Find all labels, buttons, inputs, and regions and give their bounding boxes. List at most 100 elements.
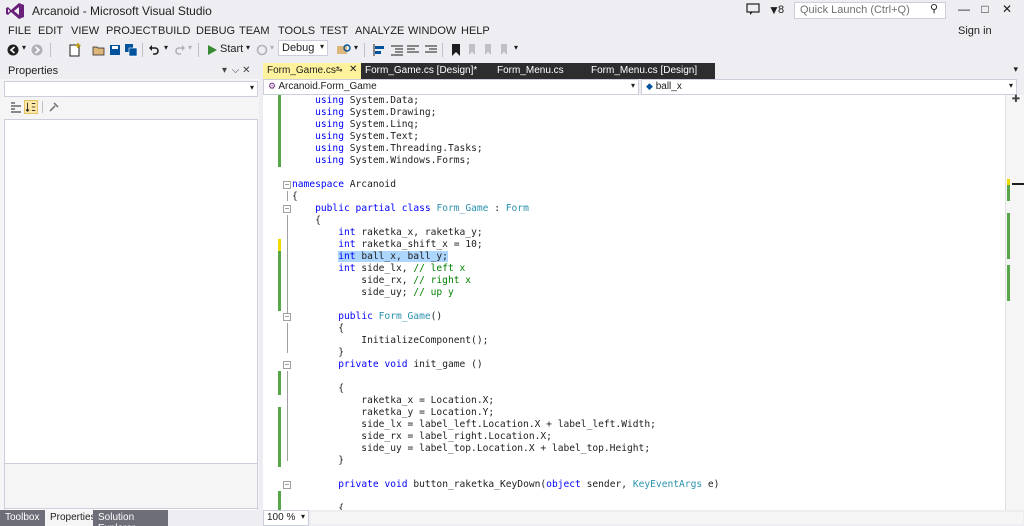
menu-tools[interactable]: TOOLS — [278, 25, 315, 37]
menu-edit[interactable]: EDIT — [38, 25, 63, 37]
split-window-icon[interactable]: ✚ — [1010, 95, 1022, 105]
minimize-button[interactable]: — — [953, 2, 975, 18]
code-line[interactable]: using System.Data; — [292, 95, 419, 107]
new-project-icon[interactable] — [68, 43, 82, 57]
solution-configuration-dropdown[interactable]: Debug ▾ — [278, 40, 328, 56]
collapse-method-icon[interactable]: − — [283, 361, 291, 369]
menu-debug[interactable]: DEBUG — [196, 25, 235, 37]
menu-help[interactable]: HELP — [461, 25, 490, 37]
code-line[interactable]: side_rx, // right x — [292, 275, 471, 287]
property-grid[interactable] — [4, 119, 258, 515]
code-line[interactable]: raketka_y = Location.Y; — [292, 407, 494, 419]
tab-properties[interactable]: Properties — [45, 510, 96, 526]
menu-project[interactable]: PROJECT — [106, 25, 157, 37]
menu-window[interactable]: WINDOW — [408, 25, 456, 37]
code-line[interactable]: private void button_raketka_KeyDown(obje… — [292, 479, 719, 491]
collapse-namespace-icon[interactable]: − — [283, 181, 291, 189]
undo-icon[interactable] — [148, 43, 162, 57]
menu-test[interactable]: TEST — [320, 25, 348, 37]
code-line[interactable]: int side_lx, // left x — [292, 263, 465, 275]
back-dropdown-icon[interactable]: ▾ — [22, 43, 26, 57]
navigate-forward-icon[interactable] — [30, 43, 44, 57]
save-all-icon[interactable] — [124, 43, 138, 57]
previous-bookmark-icon[interactable] — [466, 43, 478, 57]
search-icon[interactable]: ⚲ — [930, 2, 938, 15]
menu-view[interactable]: VIEW — [71, 25, 99, 37]
vertical-scrollbar[interactable]: ✚ — [1005, 95, 1024, 510]
menu-analyze[interactable]: ANALYZE — [355, 25, 404, 37]
code-line[interactable]: InitializeComponent(); — [292, 335, 488, 347]
code-line[interactable]: using System.Threading.Tasks; — [292, 143, 483, 155]
code-line[interactable]: int raketka_x, raketka_y; — [292, 227, 482, 239]
start-dropdown-icon[interactable]: ▾ — [246, 43, 250, 57]
uncomment-icon[interactable] — [424, 43, 438, 57]
code-line[interactable]: int raketka_shift_x = 10; — [292, 239, 482, 251]
tab-overflow-icon[interactable]: ▾ — [1013, 64, 1018, 75]
find-dropdown-icon[interactable]: ▾ — [354, 43, 358, 57]
menu-build[interactable]: BUILD — [158, 25, 190, 37]
collapse-class-icon[interactable]: − — [283, 205, 291, 213]
tab-solution-explorer[interactable]: Solution Explorer — [93, 510, 168, 526]
close-icon[interactable]: ✕ — [349, 64, 357, 75]
code-line[interactable]: int ball_x, ball_y; — [292, 251, 448, 263]
undo-dropdown-icon[interactable]: ▾ — [164, 43, 168, 57]
horizontal-scrollbar[interactable] — [311, 512, 1023, 524]
sign-in-link[interactable]: Sign in — [958, 25, 992, 37]
bookmark-icon[interactable] — [450, 43, 462, 57]
alphabetical-icon[interactable] — [24, 100, 38, 114]
redo-icon[interactable] — [172, 43, 186, 57]
notification-flag-icon[interactable] — [746, 3, 760, 16]
code-line[interactable]: using System.Text; — [292, 131, 419, 143]
refresh-icon[interactable] — [255, 43, 269, 57]
tab-form-game-design[interactable]: Form_Game.cs [Design]* — [361, 63, 483, 79]
menu-file[interactable]: FILE — [8, 25, 31, 37]
refresh-dropdown-icon[interactable]: ▾ — [270, 43, 274, 57]
collapse-method-icon[interactable]: − — [283, 313, 291, 321]
toolbar-overflow-icon[interactable]: ▾ — [514, 43, 518, 57]
tab-toolbox[interactable]: Toolbox — [0, 510, 45, 526]
code-line[interactable]: { — [292, 191, 298, 203]
quick-launch-input[interactable]: Quick Launch (Ctrl+Q) — [794, 2, 946, 19]
code-line[interactable]: namespace Arcanoid — [292, 179, 396, 191]
code-line[interactable]: public partial class Form_Game : Form — [292, 203, 529, 215]
tab-form-menu-design[interactable]: Form_Menu.cs [Design] — [587, 63, 707, 79]
next-bookmark-icon[interactable] — [482, 43, 494, 57]
indent-icon[interactable] — [390, 43, 404, 57]
code-area[interactable]: using System.Data; using System.Drawing;… — [292, 95, 1004, 510]
code-line[interactable]: { — [292, 383, 344, 395]
redo-dropdown-icon[interactable]: ▾ — [188, 43, 192, 57]
find-in-files-icon[interactable] — [336, 43, 352, 57]
code-line[interactable]: side_lx = label_left.Location.X + label_… — [292, 419, 656, 431]
menu-team[interactable]: TEAM — [239, 25, 270, 37]
type-dropdown[interactable]: ⚙ Arcanoid.Form_Game ▾ — [263, 79, 639, 95]
clear-bookmarks-icon[interactable] — [498, 43, 510, 57]
code-line[interactable]: using System.Windows.Forms; — [292, 155, 471, 167]
code-line[interactable]: side_uy = label_top.Location.X + label_t… — [292, 443, 650, 455]
code-line[interactable]: { — [292, 215, 321, 227]
restore-button[interactable]: □ — [974, 2, 996, 18]
navigate-back-icon[interactable] — [6, 43, 20, 57]
align-lefts-icon[interactable] — [372, 43, 386, 57]
code-line[interactable]: { — [292, 503, 344, 510]
tab-form-game-cs[interactable]: Form_Game.cs* ⊸ ✕ — [263, 63, 361, 79]
member-dropdown[interactable]: ◆ ball_x ▾ — [641, 79, 1017, 95]
code-line[interactable]: } — [292, 455, 344, 467]
panel-controls[interactable]: ▾ ⌵ ✕ — [222, 65, 251, 76]
code-line[interactable]: } — [292, 347, 344, 359]
categorized-icon[interactable] — [10, 101, 22, 113]
code-line[interactable]: { — [292, 323, 344, 335]
pin-icon[interactable]: ⊸ — [335, 65, 343, 76]
start-button[interactable]: Start — [220, 43, 243, 57]
open-file-icon[interactable] — [92, 43, 106, 57]
code-line[interactable]: using System.Drawing; — [292, 107, 436, 119]
code-line[interactable]: side_uy; // up y — [292, 287, 453, 299]
start-play-icon[interactable] — [206, 43, 218, 57]
tab-form-menu-cs[interactable]: Form_Menu.cs — [493, 63, 583, 79]
save-icon[interactable] — [108, 43, 122, 57]
code-line[interactable]: private void init_game () — [292, 359, 482, 371]
code-line[interactable]: raketka_x = Location.X; — [292, 395, 494, 407]
collapse-method-icon[interactable]: − — [283, 481, 291, 489]
code-line[interactable]: using System.Linq; — [292, 119, 419, 131]
properties-object-selector[interactable]: ▾ — [4, 81, 258, 97]
code-editor[interactable]: − − − − − using System.Data; using Syste… — [263, 95, 1005, 510]
